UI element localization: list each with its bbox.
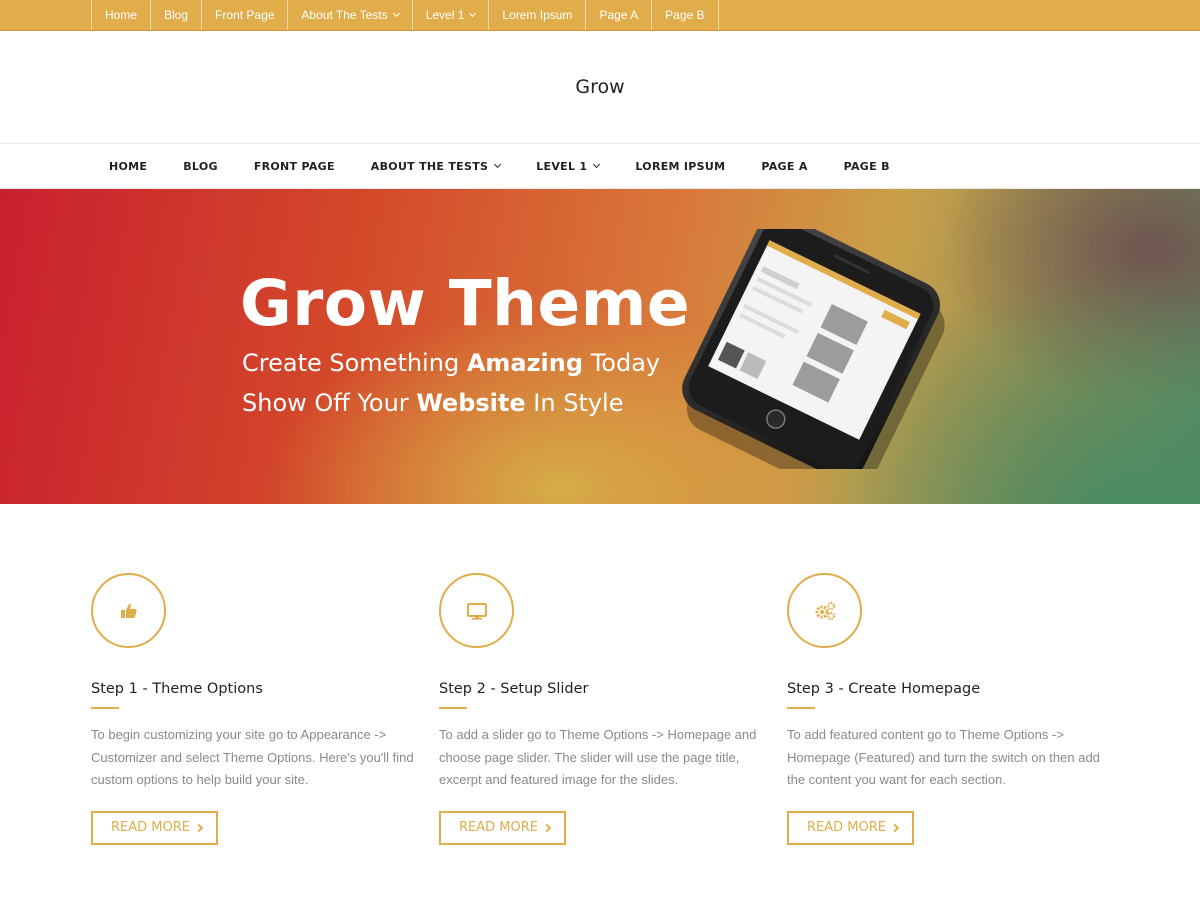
chevron-right-icon (890, 823, 900, 832)
title-underline (439, 707, 467, 709)
tagline-emphasis: Website (416, 389, 526, 417)
feature-icon-circle (91, 573, 166, 648)
site-title-link[interactable]: Grow (575, 76, 624, 98)
top-menu-label: Level 1 (425, 8, 465, 22)
read-more-button[interactable]: READ MORE (439, 810, 566, 845)
main-menu: HOME BLOG FRONT PAGE ABOUT THE TESTS LEV… (91, 144, 908, 188)
top-menu-label: Page A (599, 8, 639, 22)
top-menu-label: Page B (665, 8, 705, 22)
chevron-right-icon (194, 823, 204, 832)
nav-item-level-1[interactable]: LEVEL 1 (518, 160, 617, 173)
top-menu-label: About The Tests (301, 8, 388, 22)
nav-item-label: FRONT PAGE (253, 159, 335, 173)
top-menu-item-lorem-ipsum[interactable]: Lorem Ipsum (489, 0, 587, 30)
feature-description: To begin customizing your site go to App… (91, 727, 414, 787)
nav-item-label: PAGE B (843, 159, 890, 173)
tagline-emphasis: Amazing (466, 349, 584, 377)
hero-tagline-1: Create Something Amazing Today (242, 349, 660, 377)
tagline-text: Show Off Your (242, 389, 417, 417)
top-menu-label: Front Page (215, 8, 275, 22)
site-header: Grow (0, 31, 1200, 143)
nav-item-blog[interactable]: BLOG (165, 160, 236, 173)
nav-item-label: PAGE A (761, 159, 808, 173)
feature-description: To add featured content go to Theme Opti… (787, 727, 1100, 787)
top-menu-item-page-b[interactable]: Page B (652, 0, 719, 30)
top-menu-label: Lorem Ipsum (502, 8, 573, 22)
feature-step-1: Step 1 - Theme Options To begin customiz… (91, 573, 421, 845)
tagline-text: Today (583, 349, 661, 377)
hero-title: Grow Theme (240, 267, 691, 340)
feature-icon-circle (787, 573, 862, 648)
top-menu-label: Blog (164, 8, 189, 22)
top-menu-item-blog[interactable]: Blog (151, 0, 203, 30)
nav-item-label: ABOUT THE TESTS (370, 159, 489, 173)
chevron-down-icon (494, 160, 502, 169)
top-menu-item-front-page[interactable]: Front Page (202, 0, 289, 30)
read-more-button[interactable]: READ MORE (91, 810, 218, 845)
nav-item-page-b[interactable]: PAGE B (826, 160, 908, 173)
nav-item-home[interactable]: HOME (91, 160, 165, 173)
title-underline (787, 707, 815, 709)
smartphone-image (682, 229, 945, 469)
feature-title: Step 3 - Create Homepage (787, 681, 981, 697)
feature-step-3: Step 3 - Create Homepage To add featured… (787, 573, 1117, 845)
feature-step-2: Step 2 - Setup Slider To add a slider go… (439, 573, 769, 845)
chevron-down-icon (593, 160, 601, 169)
read-more-button[interactable]: READ MORE (787, 810, 914, 845)
tagline-text: Create Something (242, 349, 467, 377)
desktop-icon (466, 602, 487, 620)
top-menu-label: Home (105, 8, 138, 22)
nav-item-label: LOREM IPSUM (635, 159, 726, 173)
top-menu-item-level-1[interactable]: Level 1 (413, 0, 490, 30)
top-menu-bar: Home Blog Front Page About The Tests Lev… (0, 0, 1200, 31)
feature-icon-circle (439, 573, 514, 648)
nav-item-label: LEVEL 1 (536, 159, 588, 173)
main-navigation: HOME BLOG FRONT PAGE ABOUT THE TESTS LEV… (0, 143, 1200, 189)
chevron-down-icon (392, 9, 400, 18)
feature-description: To add a slider go to Theme Options -> H… (439, 727, 757, 787)
nav-item-label: BLOG (183, 159, 218, 173)
title-underline (91, 707, 119, 709)
top-menu-item-page-a[interactable]: Page A (586, 0, 653, 30)
chevron-down-icon (469, 9, 477, 18)
button-label: READ MORE (459, 820, 538, 835)
tagline-text: In Style (525, 389, 624, 417)
top-menu-item-home[interactable]: Home (92, 0, 152, 30)
feature-title: Step 2 - Setup Slider (439, 681, 589, 697)
feature-title: Step 1 - Theme Options (91, 681, 263, 697)
top-menu: Home Blog Front Page About The Tests Lev… (91, 0, 719, 30)
nav-item-lorem-ipsum[interactable]: LOREM IPSUM (617, 160, 743, 173)
hero-banner: Grow Theme Create Something Amazing Toda… (0, 189, 1200, 504)
nav-item-label: HOME (109, 159, 148, 173)
thumbs-up-icon (120, 603, 137, 618)
nav-item-front-page[interactable]: FRONT PAGE (236, 160, 353, 173)
nav-item-page-a[interactable]: PAGE A (743, 160, 825, 173)
gears-icon (815, 601, 835, 620)
button-label: READ MORE (807, 820, 886, 835)
button-label: READ MORE (111, 820, 190, 835)
hero-tagline-2: Show Off Your Website In Style (242, 389, 623, 417)
chevron-right-icon (542, 823, 552, 832)
nav-item-about-the-tests[interactable]: ABOUT THE TESTS (353, 160, 518, 173)
top-menu-item-about-the-tests[interactable]: About The Tests (288, 0, 413, 30)
